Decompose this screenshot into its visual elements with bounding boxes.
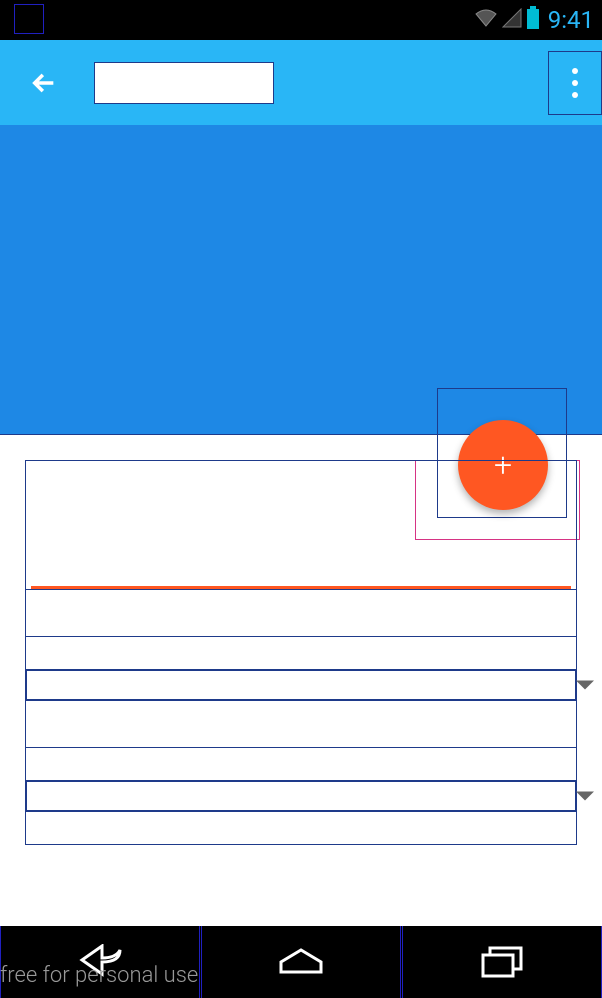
watermark-text: free for personal use xyxy=(0,963,198,988)
nav-home-icon xyxy=(277,948,325,976)
status-bar: 9:41 xyxy=(0,0,602,40)
text-input-secondary[interactable] xyxy=(25,589,577,637)
field-label-1 xyxy=(25,636,577,670)
status-time: 9:41 xyxy=(548,6,594,34)
spinner-1[interactable] xyxy=(25,669,577,701)
battery-icon xyxy=(526,6,540,35)
back-arrow-icon xyxy=(30,69,58,97)
app-bar xyxy=(0,40,602,125)
overflow-menu-button[interactable] xyxy=(548,51,602,115)
spacer-row xyxy=(25,700,577,748)
nav-recent-icon xyxy=(480,945,524,979)
signal-icon xyxy=(502,8,522,32)
dropdown-arrow-icon xyxy=(576,792,594,801)
nav-home-button[interactable] xyxy=(201,926,401,998)
spinner-field xyxy=(26,670,576,700)
title-field[interactable] xyxy=(94,62,274,104)
form-content xyxy=(25,460,577,844)
dropdown-arrow-icon xyxy=(576,681,594,690)
back-button[interactable] xyxy=(4,40,84,125)
spinner-field xyxy=(26,781,576,811)
more-vert-icon xyxy=(572,68,578,98)
wifi-icon xyxy=(474,8,498,32)
nav-recent-button[interactable] xyxy=(402,926,602,998)
field-label-2 xyxy=(25,747,577,781)
input-underline xyxy=(31,586,571,589)
debug-outline xyxy=(14,4,44,34)
text-input-primary[interactable] xyxy=(25,460,577,590)
spinner-2[interactable] xyxy=(25,780,577,812)
bottom-row xyxy=(25,811,577,845)
